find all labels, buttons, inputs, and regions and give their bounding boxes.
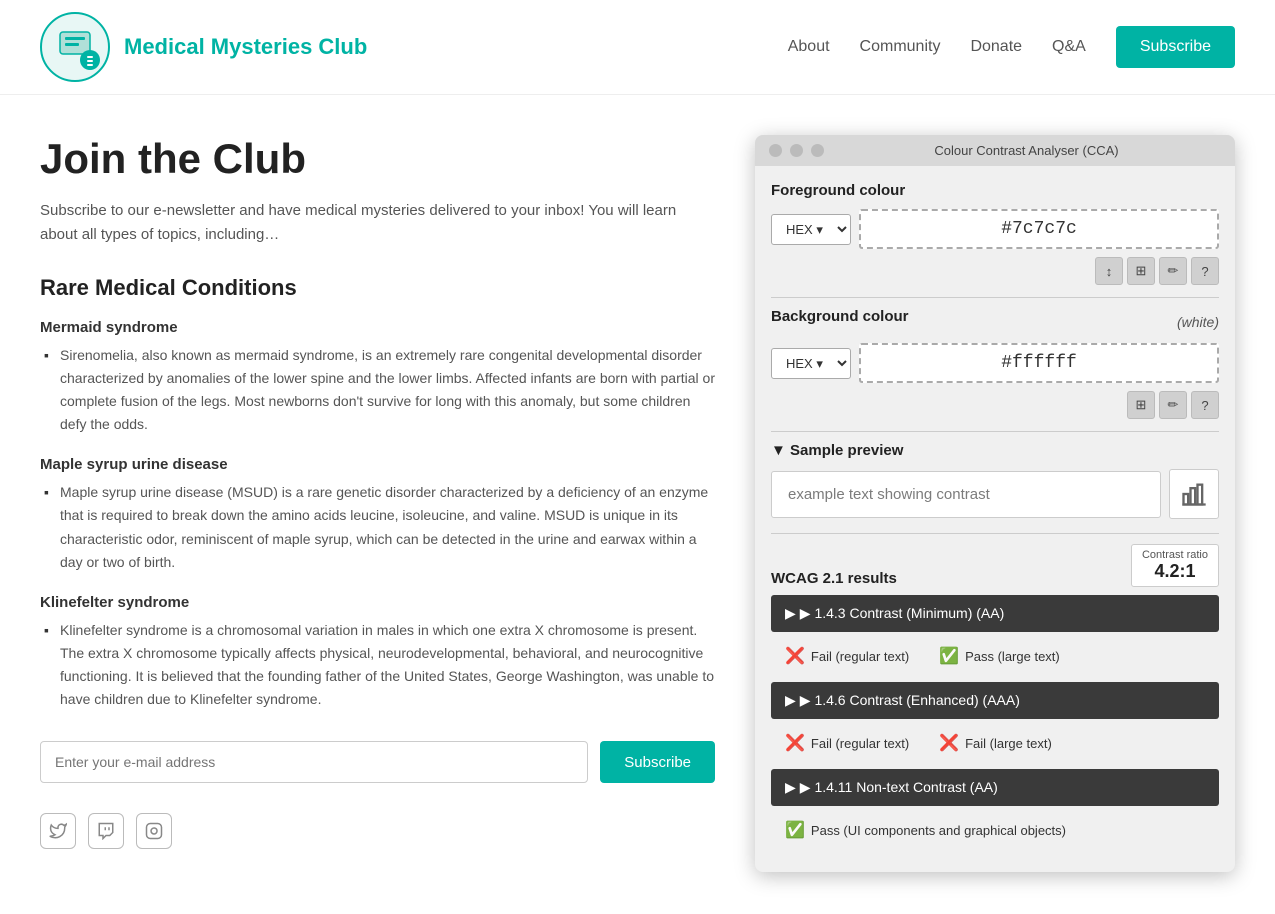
cca-body: Foreground colour HEX ▾ ↕ ⊞ ✏ ? Backgrou xyxy=(755,166,1235,872)
subscribe-form: Subscribe xyxy=(40,741,715,783)
sample-preview-row: example text showing contrast xyxy=(771,469,1219,519)
wcag-146-result-text-0: Fail (regular text) xyxy=(811,736,909,751)
wcag-row-143[interactable]: ▶ ▶ 1.4.3 Contrast (Minimum) (AA) xyxy=(771,595,1219,632)
cca-divider-1 xyxy=(771,297,1219,298)
wcag-143-toggle: ▶ xyxy=(785,605,796,622)
nav-link-qa[interactable]: Q&A xyxy=(1052,38,1086,56)
background-format-select[interactable]: HEX ▾ xyxy=(771,348,851,379)
wcag-146-label: ▶ 1.4.6 Contrast (Enhanced) (AAA) xyxy=(800,692,1020,709)
nav-link-donate[interactable]: Donate xyxy=(970,38,1022,56)
titlebar-btn-close[interactable] xyxy=(769,144,782,157)
left-column: Join the Club Subscribe to our e-newslet… xyxy=(40,135,715,849)
condition-title-1: Maple syrup urine disease xyxy=(40,456,715,473)
condition-item-1: Maple syrup urine disease Maple syrup ur… xyxy=(40,456,715,573)
background-white-label: (white) xyxy=(1177,314,1219,330)
page-title: Join the Club xyxy=(40,135,715,183)
navbar: Medical Mysteries Club About Community D… xyxy=(0,0,1275,95)
wcag-14111-label: ▶ 1.4.11 Non-text Contrast (AA) xyxy=(800,779,998,796)
cca-divider-3 xyxy=(771,533,1219,534)
condition-desc-0: Sirenomelia, also known as mermaid syndr… xyxy=(40,344,715,436)
brand-logo xyxy=(40,12,110,82)
wcag-14111-results: ✅ Pass (UI components and graphical obje… xyxy=(771,812,1219,848)
cca-panel: Colour Contrast Analyser (CCA) Foregroun… xyxy=(755,135,1235,872)
page-intro: Subscribe to our e-newsletter and have m… xyxy=(40,199,715,247)
wcag-title: WCAG 2.1 results xyxy=(771,570,897,587)
condition-desc-1: Maple syrup urine disease (MSUD) is a ra… xyxy=(40,481,715,573)
contrast-ratio-box: Contrast ratio 4.2:1 xyxy=(1131,544,1219,587)
section-title: Rare Medical Conditions xyxy=(40,275,715,301)
foreground-color-row: HEX ▾ xyxy=(771,209,1219,249)
brand-name: Medical Mysteries Club xyxy=(124,34,367,60)
nav-link-community[interactable]: Community xyxy=(860,38,941,56)
background-label-row: Background colour (white) xyxy=(771,308,1219,335)
sample-text-box: example text showing contrast xyxy=(771,471,1161,518)
titlebar-btn-max[interactable] xyxy=(811,144,824,157)
condition-item-0: Mermaid syndrome Sirenomelia, also known… xyxy=(40,319,715,436)
twitch-icon[interactable] xyxy=(88,813,124,849)
foreground-hex-input[interactable] xyxy=(859,209,1219,249)
cca-divider-2 xyxy=(771,431,1219,432)
contrast-ratio-label: Contrast ratio xyxy=(1142,549,1208,561)
background-hex-input[interactable] xyxy=(859,343,1219,383)
brand: Medical Mysteries Club xyxy=(40,12,367,82)
instagram-icon[interactable] xyxy=(136,813,172,849)
email-input[interactable] xyxy=(40,741,588,783)
bg-tool-help[interactable]: ? xyxy=(1191,391,1219,419)
condition-title-0: Mermaid syndrome xyxy=(40,319,715,336)
fg-tool-help[interactable]: ? xyxy=(1191,257,1219,285)
foreground-label: Foreground colour xyxy=(771,182,1219,199)
wcag-143-results: ❌ Fail (regular text) ✅ Pass (large text… xyxy=(771,638,1219,674)
bg-tool-sliders[interactable]: ⊞ xyxy=(1127,391,1155,419)
social-icons xyxy=(40,813,715,849)
form-subscribe-button[interactable]: Subscribe xyxy=(600,741,715,783)
wcag-143-result-0: ❌ Fail (regular text) xyxy=(785,646,909,666)
navbar-links: About Community Donate Q&A Subscribe xyxy=(788,26,1235,68)
wcag-14111-result-text-0: Pass (UI components and graphical object… xyxy=(811,823,1066,838)
background-label: Background colour xyxy=(771,308,909,325)
cca-window: Colour Contrast Analyser (CCA) Foregroun… xyxy=(755,135,1235,872)
sample-preview-label: ▼ Sample preview xyxy=(771,442,1219,459)
wcag-146-results: ❌ Fail (regular text) ❌ Fail (large text… xyxy=(771,725,1219,761)
condition-item-2: Klinefelter syndrome Klinefelter syndrom… xyxy=(40,594,715,711)
wcag-14111-result-0: ✅ Pass (UI components and graphical obje… xyxy=(785,820,1066,840)
background-color-row: HEX ▾ xyxy=(771,343,1219,383)
wcag-143-result-1: ✅ Pass (large text) xyxy=(939,646,1060,666)
contrast-ratio-value: 4.2:1 xyxy=(1142,561,1208,582)
condition-desc-2: Klinefelter syndrome is a chromosomal va… xyxy=(40,619,715,711)
nav-subscribe-button[interactable]: Subscribe xyxy=(1116,26,1235,68)
wcag-header-row: WCAG 2.1 results Contrast ratio 4.2:1 xyxy=(771,544,1219,587)
nav-link-about[interactable]: About xyxy=(788,38,830,56)
wcag-143-result-text-1: Pass (large text) xyxy=(965,649,1060,664)
fail-icon-1: ❌ xyxy=(785,733,805,753)
sample-chart-button[interactable] xyxy=(1169,469,1219,519)
wcag-146-result-text-1: Fail (large text) xyxy=(965,736,1052,751)
wcag-row-14111[interactable]: ▶ ▶ 1.4.11 Non-text Contrast (AA) xyxy=(771,769,1219,806)
main-content: Join the Club Subscribe to our e-newslet… xyxy=(0,95,1275,912)
fg-tool-eyedropper[interactable]: ✏ xyxy=(1159,257,1187,285)
cca-titlebar: Colour Contrast Analyser (CCA) xyxy=(755,135,1235,166)
fg-tool-arrows[interactable]: ↕ xyxy=(1095,257,1123,285)
bg-tool-eyedropper[interactable]: ✏ xyxy=(1159,391,1187,419)
wcag-row-146[interactable]: ▶ ▶ 1.4.6 Contrast (Enhanced) (AAA) xyxy=(771,682,1219,719)
pass-icon-0: ✅ xyxy=(939,646,959,666)
cca-window-title: Colour Contrast Analyser (CCA) xyxy=(832,143,1221,158)
wcag-146-result-1: ❌ Fail (large text) xyxy=(939,733,1052,753)
wcag-143-label: ▶ 1.4.3 Contrast (Minimum) (AA) xyxy=(800,605,1004,622)
fg-tool-sliders[interactable]: ⊞ xyxy=(1127,257,1155,285)
wcag-14111-toggle: ▶ xyxy=(785,779,796,796)
titlebar-btn-min[interactable] xyxy=(790,144,803,157)
wcag-146-result-0: ❌ Fail (regular text) xyxy=(785,733,909,753)
fail-icon-2: ❌ xyxy=(939,733,959,753)
wcag-143-result-text-0: Fail (regular text) xyxy=(811,649,909,664)
condition-title-2: Klinefelter syndrome xyxy=(40,594,715,611)
pass-icon-1: ✅ xyxy=(785,820,805,840)
fail-icon-0: ❌ xyxy=(785,646,805,666)
background-toolbar: ⊞ ✏ ? xyxy=(771,391,1219,419)
foreground-format-select[interactable]: HEX ▾ xyxy=(771,214,851,245)
wcag-146-toggle: ▶ xyxy=(785,692,796,709)
twitter-icon[interactable] xyxy=(40,813,76,849)
foreground-toolbar: ↕ ⊞ ✏ ? xyxy=(771,257,1219,285)
